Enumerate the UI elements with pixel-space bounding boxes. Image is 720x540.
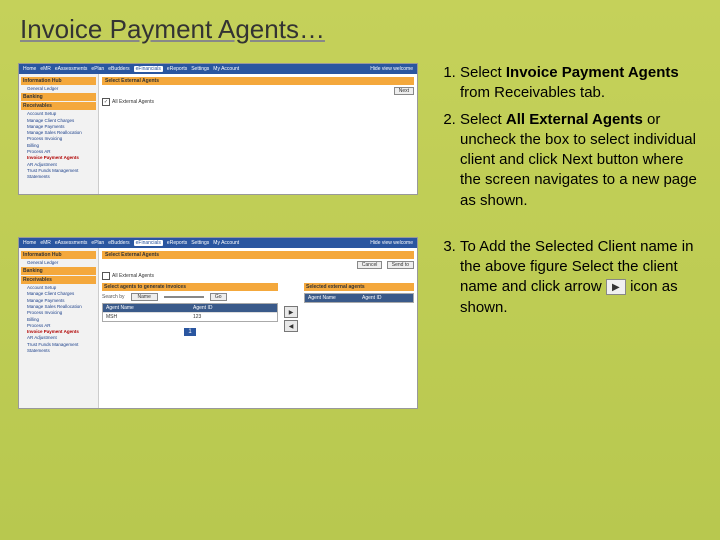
step-1-bold: Invoice Payment Agents <box>506 64 679 81</box>
cancel-button[interactable]: Cancel <box>357 261 383 269</box>
nav-settings[interactable]: Settings <box>191 66 209 72</box>
nav-home[interactable]: Home <box>23 66 36 72</box>
sidebar-item[interactable]: Statements <box>21 348 96 354</box>
agents-table: Agent Name Agent ID MSH 123 <box>102 303 278 322</box>
nav-welcome: Hide view welcome <box>370 66 413 72</box>
sidebar-2: Information Hub General Ledger Banking R… <box>19 248 99 408</box>
col-agent-name-r: Agent Name <box>305 294 359 302</box>
nav-emr[interactable]: eMR <box>40 66 51 72</box>
col-agent-name: Agent Name <box>103 304 190 312</box>
nav-efinancials[interactable]: eFinancials <box>134 66 163 72</box>
sidebar-hdr-info: Information Hub <box>21 251 96 259</box>
nav-ereports[interactable]: eReports <box>167 240 187 246</box>
all-external-agents-label: All External Agents <box>112 99 154 105</box>
sidebar-item[interactable]: Statements <box>21 174 96 180</box>
screenshot-1: Home eMR eAssessments ePlan eBudders eFi… <box>18 63 418 195</box>
step-3: To Add the Selected Client name in the a… <box>460 237 706 318</box>
row-1: Home eMR eAssessments ePlan eBudders eFi… <box>0 63 720 217</box>
nav-eassess[interactable]: eAssessments <box>55 240 88 246</box>
arrow-left-icon[interactable]: ◀ <box>284 320 298 332</box>
nav-myaccount[interactable]: My Account <box>213 240 239 246</box>
screenshot-2: Home eMR eAssessments ePlan eBudders eFi… <box>18 237 418 409</box>
step-1: Select Invoice Payment Agents from Recei… <box>460 63 706 104</box>
go-button[interactable]: Go <box>210 293 227 301</box>
nav-eassess[interactable]: eAssessments <box>55 66 88 72</box>
slide-title: Invoice Payment Agents… <box>0 0 720 53</box>
sidebar-hdr-receivables: Receivables <box>21 276 96 284</box>
nav-efinancials[interactable]: eFinancials <box>134 240 163 246</box>
search-select[interactable]: Name <box>131 293 158 301</box>
sendto-button[interactable]: Send to <box>387 261 414 269</box>
left-col-hdr: Select agents to generate invoices <box>102 283 278 291</box>
col-agent-id: Agent ID <box>190 304 277 312</box>
sidebar-gl[interactable]: General Ledger <box>21 86 96 92</box>
instructions-top: Select Invoice Payment Agents from Recei… <box>418 63 720 217</box>
transfer-buttons: ▶ ◀ <box>284 283 298 336</box>
main-panel-2: Select External Agents Cancel Send to Al… <box>99 248 417 408</box>
pager: 1 <box>102 328 278 336</box>
step-2-a: Select <box>460 111 506 128</box>
all-external-agents-checkbox[interactable]: ✓ <box>102 98 110 106</box>
sidebar: Information Hub General Ledger Banking R… <box>19 74 99 194</box>
panel-title-2: Select External Agents <box>102 251 414 259</box>
app-nav: Home eMR eAssessments ePlan eBudders eFi… <box>19 64 417 74</box>
sidebar-hdr-info: Information Hub <box>21 77 96 85</box>
nav-eplan[interactable]: ePlan <box>91 240 104 246</box>
search-input[interactable] <box>164 296 204 298</box>
nav-myaccount[interactable]: My Account <box>213 66 239 72</box>
app-nav-2: Home eMR eAssessments ePlan eBudders eFi… <box>19 238 417 248</box>
all-external-agents-checkbox-2[interactable] <box>102 272 110 280</box>
row-2: Home eMR eAssessments ePlan eBudders eFi… <box>0 237 720 409</box>
next-button[interactable]: Next <box>394 87 414 95</box>
search-label: Search by <box>102 294 125 300</box>
step-2: Select All External Agents or uncheck th… <box>460 110 706 211</box>
nav-home[interactable]: Home <box>23 240 36 246</box>
col-agent-id-r: Agent ID <box>359 294 413 302</box>
step-1-a: Select <box>460 64 506 81</box>
sidebar-gl[interactable]: General Ledger <box>21 260 96 266</box>
panel-title: Select External Agents <box>102 77 414 85</box>
nav-eplan[interactable]: ePlan <box>91 66 104 72</box>
page-1[interactable]: 1 <box>184 328 195 336</box>
sidebar-hdr-banking: Banking <box>21 93 96 101</box>
instructions-bottom: To Add the Selected Client name in the a… <box>418 237 720 324</box>
nav-emr[interactable]: eMR <box>40 240 51 246</box>
sidebar-hdr-banking: Banking <box>21 267 96 275</box>
nav-welcome: Hide view welcome <box>370 240 413 246</box>
nav-settings[interactable]: Settings <box>191 240 209 246</box>
step-2-bold: All External Agents <box>506 111 643 128</box>
nav-ebudders[interactable]: eBudders <box>108 240 129 246</box>
sidebar-hdr-receivables: Receivables <box>21 102 96 110</box>
all-external-agents-label-2: All External Agents <box>112 273 154 279</box>
nav-ereports[interactable]: eReports <box>167 66 187 72</box>
arrow-right-icon[interactable]: ▶ <box>284 306 298 318</box>
arrow-right-icon-inline: ▶ <box>606 279 626 295</box>
cell-name: MSH <box>103 313 190 321</box>
table-row[interactable]: MSH 123 <box>103 312 277 321</box>
step-1-c: from Receivables tab. <box>460 84 605 101</box>
nav-ebudders[interactable]: eBudders <box>108 66 129 72</box>
main-panel-1: Select External Agents Next ✓ All Extern… <box>99 74 417 194</box>
right-col-hdr: Selected external agents <box>304 283 414 291</box>
cell-id: 123 <box>190 313 277 321</box>
selected-agents-table: Agent Name Agent ID <box>304 293 414 303</box>
